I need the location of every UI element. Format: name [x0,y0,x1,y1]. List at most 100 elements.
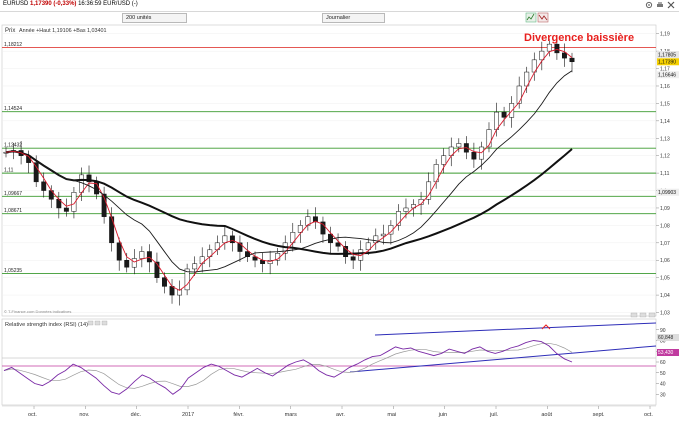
title-bar: EURUSD 1,17390 (-0,33%) 16:36:59 EUR/USD… [0,0,679,12]
candle-body [139,251,145,259]
candle-body [569,57,575,63]
panel-controls[interactable] [630,312,656,318]
time-tick-label: 2017 [182,412,194,418]
price-chart[interactable]: 1,18212 1,14524 1,12432 1,11 1,09667 1,08671 1… [0,23,679,422]
time-tick-label: oct. [644,412,653,418]
time-tick-label: avr. [336,412,345,418]
candle-body [343,246,349,258]
candle-body [192,263,198,270]
price-panel-info: Année +Haut 1,19106 +Bas 1,03401 [19,28,107,34]
price-value: 1,17390 [30,1,52,7]
rsi-tick-label: 50 [660,371,666,377]
candle-body [501,111,507,118]
price-tick-label: 1,14 [660,119,670,125]
symbol-label: EURUSD [3,1,29,7]
candle-body [146,251,152,263]
candle-body [471,151,477,160]
level-label: 1,05235 [4,268,22,274]
time-tick-label: juil. [489,412,499,418]
candle-body [131,258,137,268]
chart-area[interactable]: 1,18212 1,14524 1,12432 1,11 1,09667 1,08671 1… [0,23,679,422]
rsi-value-lower: 53,430 [658,350,674,356]
time-value: 16:36:59 [78,1,102,7]
price-tick-label: 1,05 [660,276,670,282]
time-tick-label: févr. [233,412,244,418]
price-tick-label: 1,03 [660,311,670,317]
chart-type-icons[interactable] [525,12,549,23]
candle-body [328,233,333,244]
level-label: 1,18212 [4,42,22,48]
candle-body [222,235,228,244]
level-label: 1,08671 [4,208,22,214]
candle-body [124,259,130,268]
time-tick-label: juin [438,412,448,418]
candle-body [554,43,560,54]
time-tick-label: mars [285,412,297,418]
price-tick-label: 1,07 [660,241,670,247]
rsi-value-upper: 60,848 [658,335,674,341]
candle-body [562,52,567,59]
suffix-label: (-) [131,1,138,7]
candle-body [237,242,243,252]
close-icon[interactable] [667,1,675,9]
rsi-tick-label: 60 [660,360,666,366]
level-label: 1,14524 [4,106,22,112]
price-tick-label: 1,15 [660,101,670,107]
price-tag-label: 1,17390 [658,60,676,66]
time-tick-label: mai [387,412,396,418]
candle-body [456,143,462,148]
level-label: 1,11 [4,168,14,174]
candle-body [380,233,386,237]
rsi-tick-label: 90 [660,328,666,334]
period-select[interactable]: Journalier [322,13,385,23]
price-tag-label: 1,16646 [658,73,676,79]
rsi-panel-controls[interactable] [87,320,108,326]
data-credit: © T-Finance.com Données indicatives [4,309,71,314]
price-tag-label: 1,17805 [658,52,676,58]
settings-icon[interactable] [645,1,653,9]
price-tick-label: 1,13 [660,136,670,142]
candle-body [441,155,447,165]
rsi-tick-label: 40 [660,382,666,388]
divergence-annotation: Divergence baissière [524,32,634,44]
candle-body [350,256,356,261]
candle-body [63,207,69,212]
level-label: 1,12432 [4,143,22,149]
rsi-panel-frame [1,318,657,406]
level-label: 1,09667 [4,191,22,197]
candle-body [33,162,39,183]
chart-toolbar: 200 unités Journalier [0,12,679,23]
candle-body [516,85,522,104]
rsi-panel-label: Relative strength index (RSI) (14) [5,322,88,328]
price-tick-label: 1,06 [660,258,670,264]
change-value: (-0,33%) [53,1,77,7]
price-tag-label: 1,09903 [658,190,676,196]
time-tick-label: sept. [593,412,605,418]
candle-body [403,207,409,212]
time-tick-label: oct. [28,412,37,418]
price-panel-label: Prix [5,28,15,34]
time-tick-label: août [541,412,552,418]
time-tick-label: nov. [79,412,89,418]
print-icon[interactable] [656,1,664,9]
candle-body [229,235,235,244]
price-tick-label: 1,19 [660,32,670,38]
candle-body [335,242,341,247]
price-tick-label: 1,08 [660,223,670,229]
candle-body [109,216,115,244]
rsi-tick-label: 30 [660,392,666,398]
candle-body [41,181,47,191]
units-select[interactable]: 200 unités [122,13,187,23]
price-tick-label: 1,09 [660,206,670,212]
candle-body [546,43,552,52]
pair-label: EUR/USD [103,1,131,7]
candle-body [116,242,122,261]
candle-body [162,277,167,287]
price-tick-label: 1,12 [660,154,670,160]
time-axis: oct. nov. déc. 2017 févr. mars avr. mai juin juil… [28,406,653,418]
price-tick-label: 1,04 [660,293,670,299]
window-title: EURUSD 1,17390 (-0,33%) 16:36:59 EUR/USD… [3,1,138,7]
price-tick-label: 1,11 [660,171,670,177]
price-tick-label: 1,16 [660,84,670,90]
time-tick-label: déc. [131,412,142,418]
